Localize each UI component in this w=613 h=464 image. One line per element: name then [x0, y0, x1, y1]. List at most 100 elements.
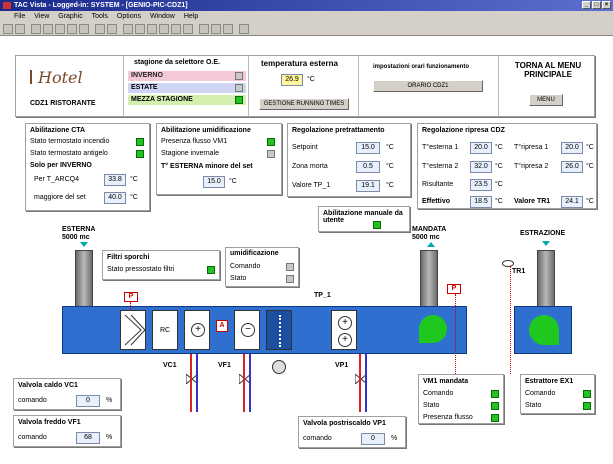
close-button[interactable]: ×: [602, 1, 611, 9]
toolbar-btn-1[interactable]: [3, 24, 13, 34]
vc1-return-pipe: [196, 354, 198, 412]
season-mid-label: MEZZA STAGIONE: [131, 96, 193, 103]
toolbar-btn-13[interactable]: [159, 24, 169, 34]
tr2-label: T°ripresa 2: [514, 163, 549, 170]
toolbar-btn-3[interactable]: [31, 24, 41, 34]
arcq4-label: Per T_ARCQ4: [34, 176, 79, 183]
cooling-coil-icon: −: [241, 323, 255, 337]
vc1-cmd-value: 0: [76, 395, 100, 407]
text1-label: T°esterna 1: [422, 144, 459, 151]
running-times-button[interactable]: GESTIONE RUNNING TIMES: [259, 98, 349, 110]
pretreat-panel: Regolazione pretrattamento Setpoint 15.0…: [287, 123, 411, 197]
setpoint-value: 15.0: [356, 142, 380, 154]
recovery-panel: Regolazione ripresa CDZ T°esterna 1 20.0…: [417, 123, 597, 209]
tr1-sensor-label: TR1: [512, 268, 526, 275]
vf1-title: Valvola freddo VF1: [18, 419, 81, 426]
ex1-title: Estrattore EX1: [525, 378, 574, 385]
vp1-pipe: [359, 354, 361, 412]
tr1-signal-line: [510, 266, 511, 374]
supply-fan-icon[interactable]: [419, 315, 447, 343]
ex1-state-led: [583, 402, 591, 410]
toolbar-btn-14[interactable]: [171, 24, 181, 34]
vm1-flow-label: Presenza flusso VM1: [161, 138, 228, 145]
menu-file[interactable]: File: [14, 13, 25, 20]
menu-options[interactable]: Options: [117, 13, 141, 20]
fire-thermostat-label: Stato termostato incendio: [30, 138, 110, 145]
ex1-cmd-led[interactable]: [583, 390, 591, 398]
toolbar-btn-8[interactable]: [95, 24, 105, 34]
vf1-cmd-value: 68: [76, 432, 100, 444]
toolbar-btn-18[interactable]: [223, 24, 233, 34]
humidifier-spray-icon: [279, 315, 281, 347]
toolbar-btn-10[interactable]: [123, 24, 133, 34]
menu-tools[interactable]: Tools: [92, 13, 108, 20]
schedule-button[interactable]: ORARIO CDZ1: [373, 80, 483, 92]
manual-led[interactable]: [373, 221, 381, 229]
toolbar-btn-2[interactable]: [15, 24, 25, 34]
toolbar-btn-17[interactable]: [211, 24, 221, 34]
fire-thermostat-led: [136, 138, 144, 146]
logo-mark-icon: [30, 70, 40, 84]
humidifier-module: [266, 310, 292, 350]
vp1-cmd-label: comando: [303, 435, 332, 442]
toolbar-btn-16[interactable]: [199, 24, 209, 34]
help-toolbar-icon[interactable]: [239, 24, 249, 34]
season-summer-label: ESTATE: [131, 84, 158, 91]
winter-season-led: [267, 150, 275, 158]
season-summer-row: ESTATE: [128, 83, 246, 93]
season-title: stagione da selettore O.E.: [134, 59, 220, 66]
season-summer-led: [235, 84, 243, 92]
toolbar-btn-9[interactable]: [107, 24, 117, 34]
winter-only-label: Solo per INVERNO: [30, 162, 92, 169]
vc1-unit: %: [106, 397, 113, 404]
filters-title: Filtri sporchi: [107, 254, 150, 261]
toolbar-btn-12[interactable]: [147, 24, 157, 34]
toolbar-btn-5[interactable]: [55, 24, 65, 34]
vm1-flow-led: [267, 138, 275, 146]
manual-title: Abilitazione manuale da utente: [323, 210, 403, 224]
estrazione-label: ESTRAZIONE: [520, 230, 566, 237]
back-title: TORNA AL MENU PRINCIPALE: [514, 61, 582, 79]
umid-cmd-led[interactable]: [286, 263, 294, 271]
humid-set-value: 15.0: [203, 176, 225, 188]
umid-state-label: Stato: [230, 275, 247, 282]
back-box: TORNA AL MENU PRINCIPALE MENU: [499, 56, 595, 116]
season-mid-led: [235, 96, 243, 104]
over-set-value: 40.0: [104, 192, 126, 204]
toolbar-btn-6[interactable]: [67, 24, 77, 34]
toolbar-btn-11[interactable]: [135, 24, 145, 34]
vf1-return-pipe: [249, 354, 251, 412]
vm1-cmd-led[interactable]: [491, 390, 499, 398]
tp1-sensor-label: TP_1: [314, 292, 331, 299]
maximize-button[interactable]: □: [592, 1, 601, 9]
tr1-label: T°ripresa 1: [514, 144, 549, 151]
ex1-state-label: Stato: [525, 402, 542, 409]
vp1-unit: %: [391, 435, 398, 442]
vp1-title: Valvola postriscaldo VP1: [303, 420, 386, 427]
vm1-panel: VM1 mandata Comando Stato Presenza fluss…: [418, 374, 504, 424]
menu-graphic[interactable]: Graphic: [58, 13, 83, 20]
result-label: Risultante: [422, 181, 454, 188]
text2-label: T°esterna 2: [422, 163, 459, 170]
title-bar: TAC Vista - Logged-in: SYSTEM - [GENIO-P…: [0, 0, 613, 11]
vm1-state-led: [491, 402, 499, 410]
menu-window[interactable]: Window: [150, 13, 175, 20]
text1-unit: °C: [495, 144, 503, 151]
esterna-duct: [75, 250, 93, 310]
menu-help[interactable]: Help: [184, 13, 198, 20]
frost-thermostat-led: [136, 150, 144, 158]
extract-fan-icon[interactable]: [529, 315, 559, 345]
menu-view[interactable]: View: [34, 13, 49, 20]
minimize-button[interactable]: _: [582, 1, 591, 9]
toolbar-btn-4[interactable]: [43, 24, 53, 34]
menu-button[interactable]: MENU: [529, 94, 563, 106]
vm1-flow-led: [491, 414, 499, 422]
umid-state-led: [286, 275, 294, 283]
arcq4-value: 33.8: [104, 174, 126, 186]
over-set-unit: °C: [130, 194, 138, 201]
estrazione-duct: [537, 250, 555, 310]
vf1-pipe: [243, 354, 245, 412]
toolbar-btn-15[interactable]: [183, 24, 193, 34]
toolbar-btn-7[interactable]: [79, 24, 89, 34]
manual-panel: Abilitazione manuale da utente: [318, 206, 410, 232]
